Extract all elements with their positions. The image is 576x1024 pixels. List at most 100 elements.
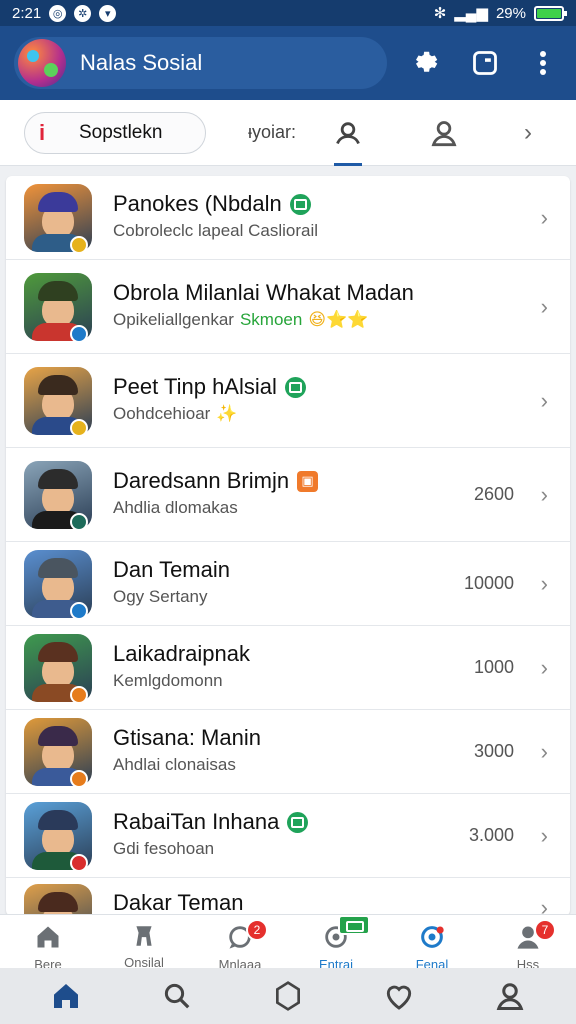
list-item-title-text: Peet Tinp hAlsial: [113, 374, 277, 399]
title-pill[interactable]: Nalas Sosial: [14, 37, 388, 89]
nav-label: Entrai: [319, 957, 353, 968]
status-left: 2:21 ◎ ✲ ▾: [12, 4, 117, 22]
list-item[interactable]: Daredsann Brimjn ▣ Ahdlia dlomakas 2600 ›: [6, 448, 570, 542]
list-item-subtitle-text: Ogy Sertany: [113, 587, 208, 606]
list-item-title: Dan Temain: [113, 557, 230, 583]
list-item-title-text: Dakar Teman: [113, 890, 244, 915]
list-item-title: Peet Tinp hAlsial: [113, 374, 306, 400]
nav-label: Onsilal: [124, 955, 164, 968]
battery-icon: [534, 5, 567, 21]
status-right: ✻ ▂▄▆ 29%: [433, 4, 567, 22]
tab-person-active[interactable]: [328, 100, 368, 166]
search-icon[interactable]: [157, 976, 197, 1016]
list-item-subtitle-text: Cobroleclc lapeal Casliorail: [113, 221, 319, 240]
list-item-subtitle: Ogy Sertany: [113, 587, 230, 607]
list-item-text: Dakar Teman: [113, 890, 243, 916]
notification-badge: 2: [246, 919, 268, 941]
shield-icon: ▾: [99, 4, 117, 22]
list-item[interactable]: Peet Tinp hAlsial Oohdcehioar ✨ ›: [6, 354, 570, 448]
nav-item-fenal[interactable]: Fenal: [384, 915, 480, 968]
list-item-highlight: Skmoen: [239, 310, 303, 329]
status-bar: 2:21 ◎ ✲ ▾ ✻ ▂▄▆ 29%: [0, 0, 576, 26]
list-item[interactable]: Gtisana: Manin Ahdlai clonaisas 3000 ›: [6, 710, 570, 794]
gear-icon[interactable]: [407, 43, 445, 83]
chevron-right-icon[interactable]: ›: [541, 895, 548, 916]
chevron-right-icon[interactable]: ›: [541, 571, 548, 597]
nav-item-bere[interactable]: Bere: [0, 915, 96, 968]
app-logo: [18, 39, 66, 87]
list-item-count: 2600: [473, 484, 514, 504]
list-item-subtitle: Ahdlai clonaisas: [113, 755, 261, 775]
list-item-subtitle: Opikeliallgenkar Skmoen 😆⭐⭐: [113, 310, 414, 330]
tab-next[interactable]: ›: [508, 100, 548, 166]
list-item[interactable]: Dakar Teman ›: [6, 878, 570, 916]
status-badge: [70, 325, 88, 343]
status-badge: [70, 513, 88, 531]
list-item-title: Laikadraipnak: [113, 641, 250, 667]
nav-label: Bere: [34, 957, 62, 968]
list-item-count: 1000: [473, 657, 514, 677]
bluetooth-icon: ✻: [433, 5, 447, 22]
nav-item-hss[interactable]: Hss 7: [480, 915, 576, 968]
list-item-count: 10000: [463, 573, 514, 593]
list-item-text: Panokes (Nbdaln Cobroleclc lapeal Caslior…: [113, 191, 318, 241]
nav-label: Hss: [516, 957, 540, 968]
list-item-title-text: RabaiTan Inhana: [113, 809, 280, 834]
list-item-subtitle-text: Gdi fesohoan: [113, 839, 215, 858]
notification-badge: 7: [534, 919, 556, 941]
list-item-text: Obrola Milanlai Whakat Madan Opikeliallge…: [113, 280, 414, 330]
chevron-right-icon[interactable]: ›: [541, 388, 548, 414]
list-item-subtitle-text: Ahdlai clonaisas: [113, 755, 236, 774]
list-item-title: Daredsann Brimjn ▣: [113, 468, 319, 494]
chevron-right-icon[interactable]: ›: [541, 205, 548, 231]
person-icon: [336, 121, 360, 144]
list-item-subtitle: Oohdcehioar ✨: [113, 404, 306, 424]
nav-item-onsilal[interactable]: Onsilal: [96, 915, 192, 968]
list-item-title: RabaiTan Inhana: [113, 809, 309, 835]
home-icon[interactable]: [46, 976, 86, 1016]
tab-text[interactable]: ᵻyoiar:: [248, 122, 328, 143]
heart-icon[interactable]: [379, 976, 419, 1016]
avatar: [24, 884, 92, 916]
list-item[interactable]: Panokes (Nbdaln Cobroleclc lapeal Caslior…: [6, 176, 570, 260]
status-badge: [70, 686, 88, 704]
list-item-title: Dakar Teman: [113, 890, 243, 916]
status-badge: [70, 770, 88, 788]
list-item-text: RabaiTan Inhana Gdi fesohoan: [113, 809, 309, 859]
list-item-title-text: Panokes (Nbdaln: [113, 191, 282, 216]
home-icon: [33, 923, 63, 951]
tab-search-label: Sopstlekn: [79, 121, 163, 143]
profile-icon[interactable]: [490, 976, 530, 1016]
list-item-subtitle: Cobroleclc lapeal Casliorail: [113, 221, 318, 241]
list-item-text: Laikadraipnak Kemlgdomonn: [113, 641, 250, 691]
list-item[interactable]: Obrola Milanlai Whakat Madan Opikeliallge…: [6, 260, 570, 354]
square-icon[interactable]: [465, 43, 503, 83]
nav-item-mnlaaa[interactable]: Mnlaaa 2: [192, 915, 288, 968]
list-item-count: 3.000: [468, 825, 514, 845]
nav-label: Mnlaaa: [218, 957, 262, 968]
app-header: Nalas Sosial: [0, 26, 576, 100]
list-item-text: Daredsann Brimjn ▣ Ahdlia dlomakas: [113, 468, 319, 518]
chevron-right-icon[interactable]: ›: [541, 739, 548, 765]
chevron-right-icon[interactable]: ›: [541, 823, 548, 849]
info-icon: i: [39, 119, 46, 145]
chevron-right-icon[interactable]: ›: [541, 294, 548, 320]
profile-circle-icon: [417, 923, 447, 951]
more-icon[interactable]: [524, 43, 562, 83]
tab-search[interactable]: i Sopstlekn: [24, 111, 206, 154]
circle-icon[interactable]: [268, 976, 308, 1016]
chevron-right-icon[interactable]: ›: [541, 655, 548, 681]
tab-person[interactable]: [424, 100, 464, 166]
list-item[interactable]: RabaiTan Inhana Gdi fesohoan 3.000 ›: [6, 794, 570, 878]
chevron-right-icon: ›: [524, 118, 532, 146]
list-item-text: Peet Tinp hAlsial Oohdcehioar ✨: [113, 374, 306, 424]
list-item[interactable]: Dan Temain Ogy Sertany 10000 ›: [6, 542, 570, 626]
app-title: Nalas Sosial: [80, 50, 203, 75]
bottom-nav: Bere Onsilal Mnlaaa 2 Entrai Fenal Hss 7: [0, 914, 576, 968]
status-badge: [70, 854, 88, 872]
list-item-text: Dan Temain Ogy Sertany: [113, 557, 230, 607]
list-item[interactable]: Laikadraipnak Kemlgdomonn 1000 ›: [6, 626, 570, 710]
nav-item-entrai[interactable]: Entrai: [288, 915, 384, 968]
chevron-right-icon[interactable]: ›: [541, 482, 548, 508]
emoji-icon: 😆⭐⭐: [308, 310, 369, 329]
